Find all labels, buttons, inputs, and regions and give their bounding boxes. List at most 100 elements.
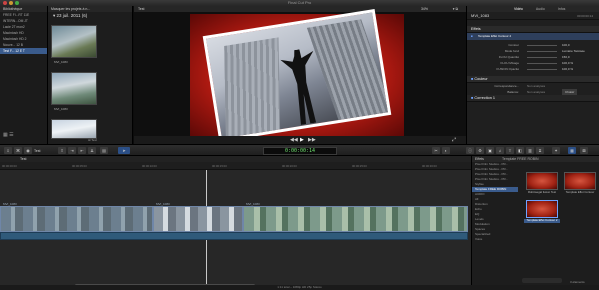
- music-icon[interactable]: ♫: [496, 147, 504, 154]
- parameter-slider[interactable]: [527, 50, 557, 52]
- effect-row[interactable]: ■ Template Effet Contour 2: [467, 33, 599, 40]
- library-footer-icons: ▦ ☰: [3, 132, 14, 138]
- color-section-header[interactable]: ■ Couleur: [467, 76, 599, 83]
- browser-footer: ⊞ Test: [88, 138, 97, 142]
- viewer: Test 34% ▾ ⧉ ◀◀ ▶ ▶▶ ⤢: [134, 6, 466, 144]
- parameter-slider[interactable]: [527, 62, 557, 64]
- timecode-display[interactable]: 0:00:00:14: [263, 147, 337, 155]
- next-frame-icon[interactable]: ▶▶: [308, 137, 316, 143]
- photos-icon[interactable]: ▣: [486, 147, 494, 154]
- tab-video[interactable]: Vidéo: [508, 6, 529, 12]
- tab-info[interactable]: Infos: [552, 6, 572, 12]
- effects-section-header[interactable]: Effets: [467, 26, 599, 33]
- event-browser: Masquer les projets à n... ▾ 23 juil. 20…: [48, 6, 133, 144]
- effects-category-item[interactable]: Voice: [472, 237, 518, 242]
- effects-count: 3 éléments: [570, 280, 585, 284]
- timeline-clip[interactable]: [153, 206, 243, 232]
- library-item[interactable]: Test F... 12 E T: [0, 48, 47, 54]
- effects-browser: Effets Template FREE ROBIN Pixel Film St…: [471, 156, 599, 290]
- viewer-controls: ◀◀ ▶ ▶▶ ⤢: [134, 136, 466, 144]
- connect-clip-icon[interactable]: ⇧: [58, 147, 66, 154]
- color-board-icon[interactable]: ◐: [442, 147, 450, 154]
- generator-icon[interactable]: ◧: [516, 147, 524, 154]
- inspector-clip-name: MVI_1083: [471, 13, 490, 18]
- overwrite-clip-icon[interactable]: ⇊: [88, 147, 96, 154]
- video-frame[interactable]: [190, 9, 404, 142]
- keyword-editor-icon[interactable]: ✂: [432, 147, 440, 154]
- append-clip-icon[interactable]: ⇤: [78, 147, 86, 154]
- timeline-pane: Test 00:00:00:00 00:00:05:00 00:00:10:00 00…: [0, 156, 471, 290]
- theme-icon[interactable]: ▥: [526, 147, 534, 154]
- parameter-row[interactable]: FUSION Opacité 100,0 %: [467, 66, 599, 72]
- effect-thumbnail[interactable]: [564, 172, 596, 190]
- effect-thumbnail[interactable]: [526, 172, 558, 190]
- library-pane: Bibliothèque FREE FI...RT 11E INTERN...OM…: [0, 6, 48, 144]
- effect-label: Template Effet Contour: [565, 190, 595, 194]
- select-tool-icon[interactable]: ➤: [118, 147, 130, 154]
- effect-thumbnail-selected[interactable]: [526, 200, 558, 218]
- close-window-icon[interactable]: [3, 1, 7, 5]
- inspector-clip-time: 00:00:00:14: [577, 14, 593, 18]
- project-label: Test: [34, 149, 41, 153]
- timeline-clip[interactable]: [0, 206, 153, 232]
- zoom-window-icon[interactable]: [15, 1, 19, 5]
- building-left-image: [224, 37, 281, 142]
- ruler-tick-label: 00:00:25:00: [352, 164, 367, 168]
- text-icon[interactable]: T: [506, 147, 514, 154]
- checkbox-icon[interactable]: ■: [471, 33, 473, 39]
- clip-thumbnail[interactable]: [51, 119, 97, 139]
- correction-row[interactable]: ■ Correction 1: [467, 95, 599, 102]
- status-text: 1:11 total – 1080p HD 25p Stéréo: [277, 285, 322, 289]
- inspector-clip-header: MVI_1083 00:00:00:14: [467, 12, 599, 20]
- minimize-window-icon[interactable]: [9, 1, 13, 5]
- balance-value: Non analysés: [527, 90, 546, 94]
- status-bar: 1:11 total – 1080p HD 25p Stéréo: [0, 285, 599, 290]
- effect-label: Robinsegal fusion Test: [527, 190, 557, 194]
- clip-thumbnail[interactable]: [51, 25, 97, 58]
- transitions-browser-icon[interactable]: ⊠: [580, 147, 588, 154]
- tab-audio[interactable]: Audio: [530, 6, 551, 12]
- audio-waveform[interactable]: [0, 232, 468, 240]
- play-icon[interactable]: ▶: [300, 137, 304, 143]
- color-section-label: Couleur: [474, 77, 488, 81]
- viewer-header: Test 34% ▾ ⧉: [134, 6, 466, 12]
- library-list: FREE FI...RT 11E INTERN...OM JT Lacie 2T m…: [0, 12, 47, 54]
- effects-search-field[interactable]: [522, 278, 562, 283]
- ruler-tick-label: 00:00:00:00: [2, 164, 17, 168]
- timeline-clip[interactable]: [243, 206, 468, 232]
- keyword-icon[interactable]: ⌘: [14, 147, 22, 154]
- parameter-value[interactable]: 100,0 %: [562, 66, 573, 72]
- parameter-slider[interactable]: [527, 44, 557, 46]
- ruler-tick-label: 00:00:30:00: [422, 164, 437, 168]
- clip-label: MVI_1083: [54, 60, 68, 64]
- import-icon[interactable]: ⇩: [4, 147, 12, 154]
- timeline-ruler[interactable]: 00:00:00:00 00:00:05:00 00:00:10:00 00:00:1…: [0, 162, 471, 170]
- main-toolbar: ⇩ ⌘ ◉ Test ⇧ ⇥ ⇤ ⇊ ▤ ➤ 0:00:00:14 ✂ ◐ ⓘ …: [0, 144, 599, 156]
- inspector-toggle-icon[interactable]: ⓘ: [466, 147, 474, 154]
- correction-label: Correction 1: [474, 96, 496, 100]
- viewer-options-icon[interactable]: ▾ ⧉: [453, 6, 458, 12]
- adjust-icon[interactable]: ⚙: [476, 147, 484, 154]
- browser-date-label: 23 juil. 2011 (6): [56, 13, 88, 18]
- transition-icon[interactable]: ⧖: [536, 147, 544, 154]
- building-right-image: [306, 19, 392, 124]
- audio-video-mode-icon[interactable]: ▤: [100, 147, 108, 154]
- choose-button[interactable]: Choisir: [562, 89, 578, 95]
- viewer-title: Test: [138, 7, 145, 11]
- previous-frame-icon[interactable]: ◀◀: [290, 137, 298, 143]
- parameter-slider[interactable]: [527, 68, 557, 70]
- effect-parameters: Contour 100,0 Mode fond Lumière Tamisée FLOU…: [467, 42, 599, 72]
- ruler-tick-label: 00:00:10:00: [142, 164, 157, 168]
- balance-label: Balance:: [507, 90, 519, 94]
- browser-footer-label: Test: [91, 138, 97, 142]
- ruler-tick-label: 00:00:15:00: [212, 164, 227, 168]
- insert-clip-icon[interactable]: ⇥: [68, 147, 76, 154]
- analyze-icon[interactable]: ◉: [24, 147, 32, 154]
- effects-section-label: Effets: [471, 27, 481, 31]
- viewer-zoom[interactable]: 34%: [421, 6, 428, 12]
- clip-thumbnail[interactable]: [51, 72, 97, 105]
- fullscreen-icon[interactable]: ⤢: [452, 137, 456, 143]
- parameter-slider[interactable]: [527, 56, 557, 58]
- effects-browser-icon[interactable]: ✦: [552, 147, 560, 154]
- effects-browser-toggle-icon[interactable]: ▦: [568, 147, 576, 154]
